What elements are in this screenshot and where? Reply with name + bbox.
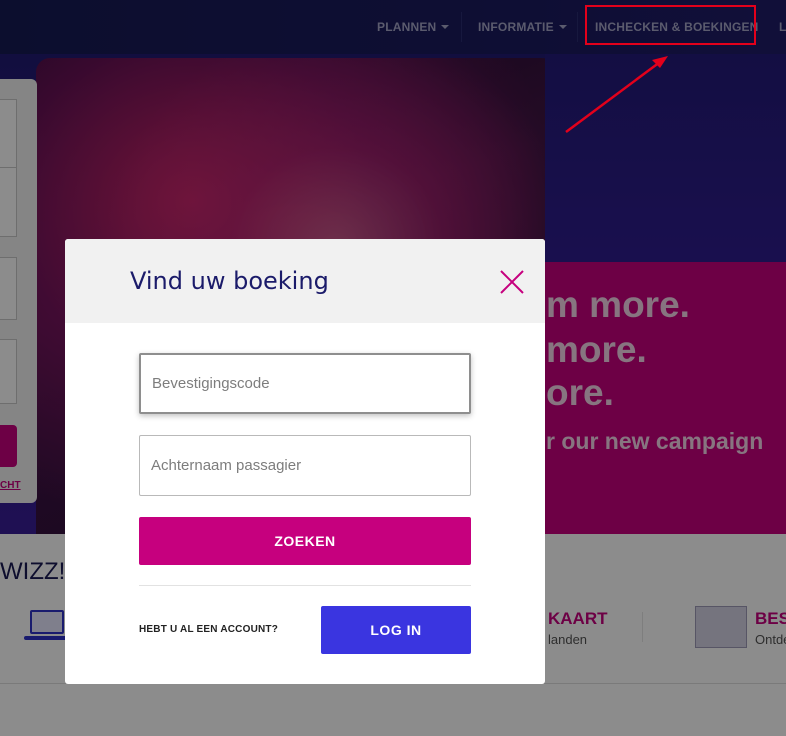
modal-title: Vind uw boeking (130, 267, 329, 295)
login-button[interactable]: LOG IN (321, 606, 471, 654)
confirmation-code-input[interactable] (139, 353, 471, 414)
find-booking-modal: Vind uw boeking ZOEKEN HEBT U AL EEN ACC… (65, 239, 545, 684)
passenger-lastname-input[interactable] (139, 435, 471, 496)
account-question: HEBT U AL EEN ACCOUNT? (139, 624, 279, 635)
close-button[interactable] (499, 269, 525, 295)
close-icon (500, 270, 524, 294)
search-button[interactable]: ZOEKEN (139, 517, 471, 565)
modal-divider (139, 585, 471, 586)
